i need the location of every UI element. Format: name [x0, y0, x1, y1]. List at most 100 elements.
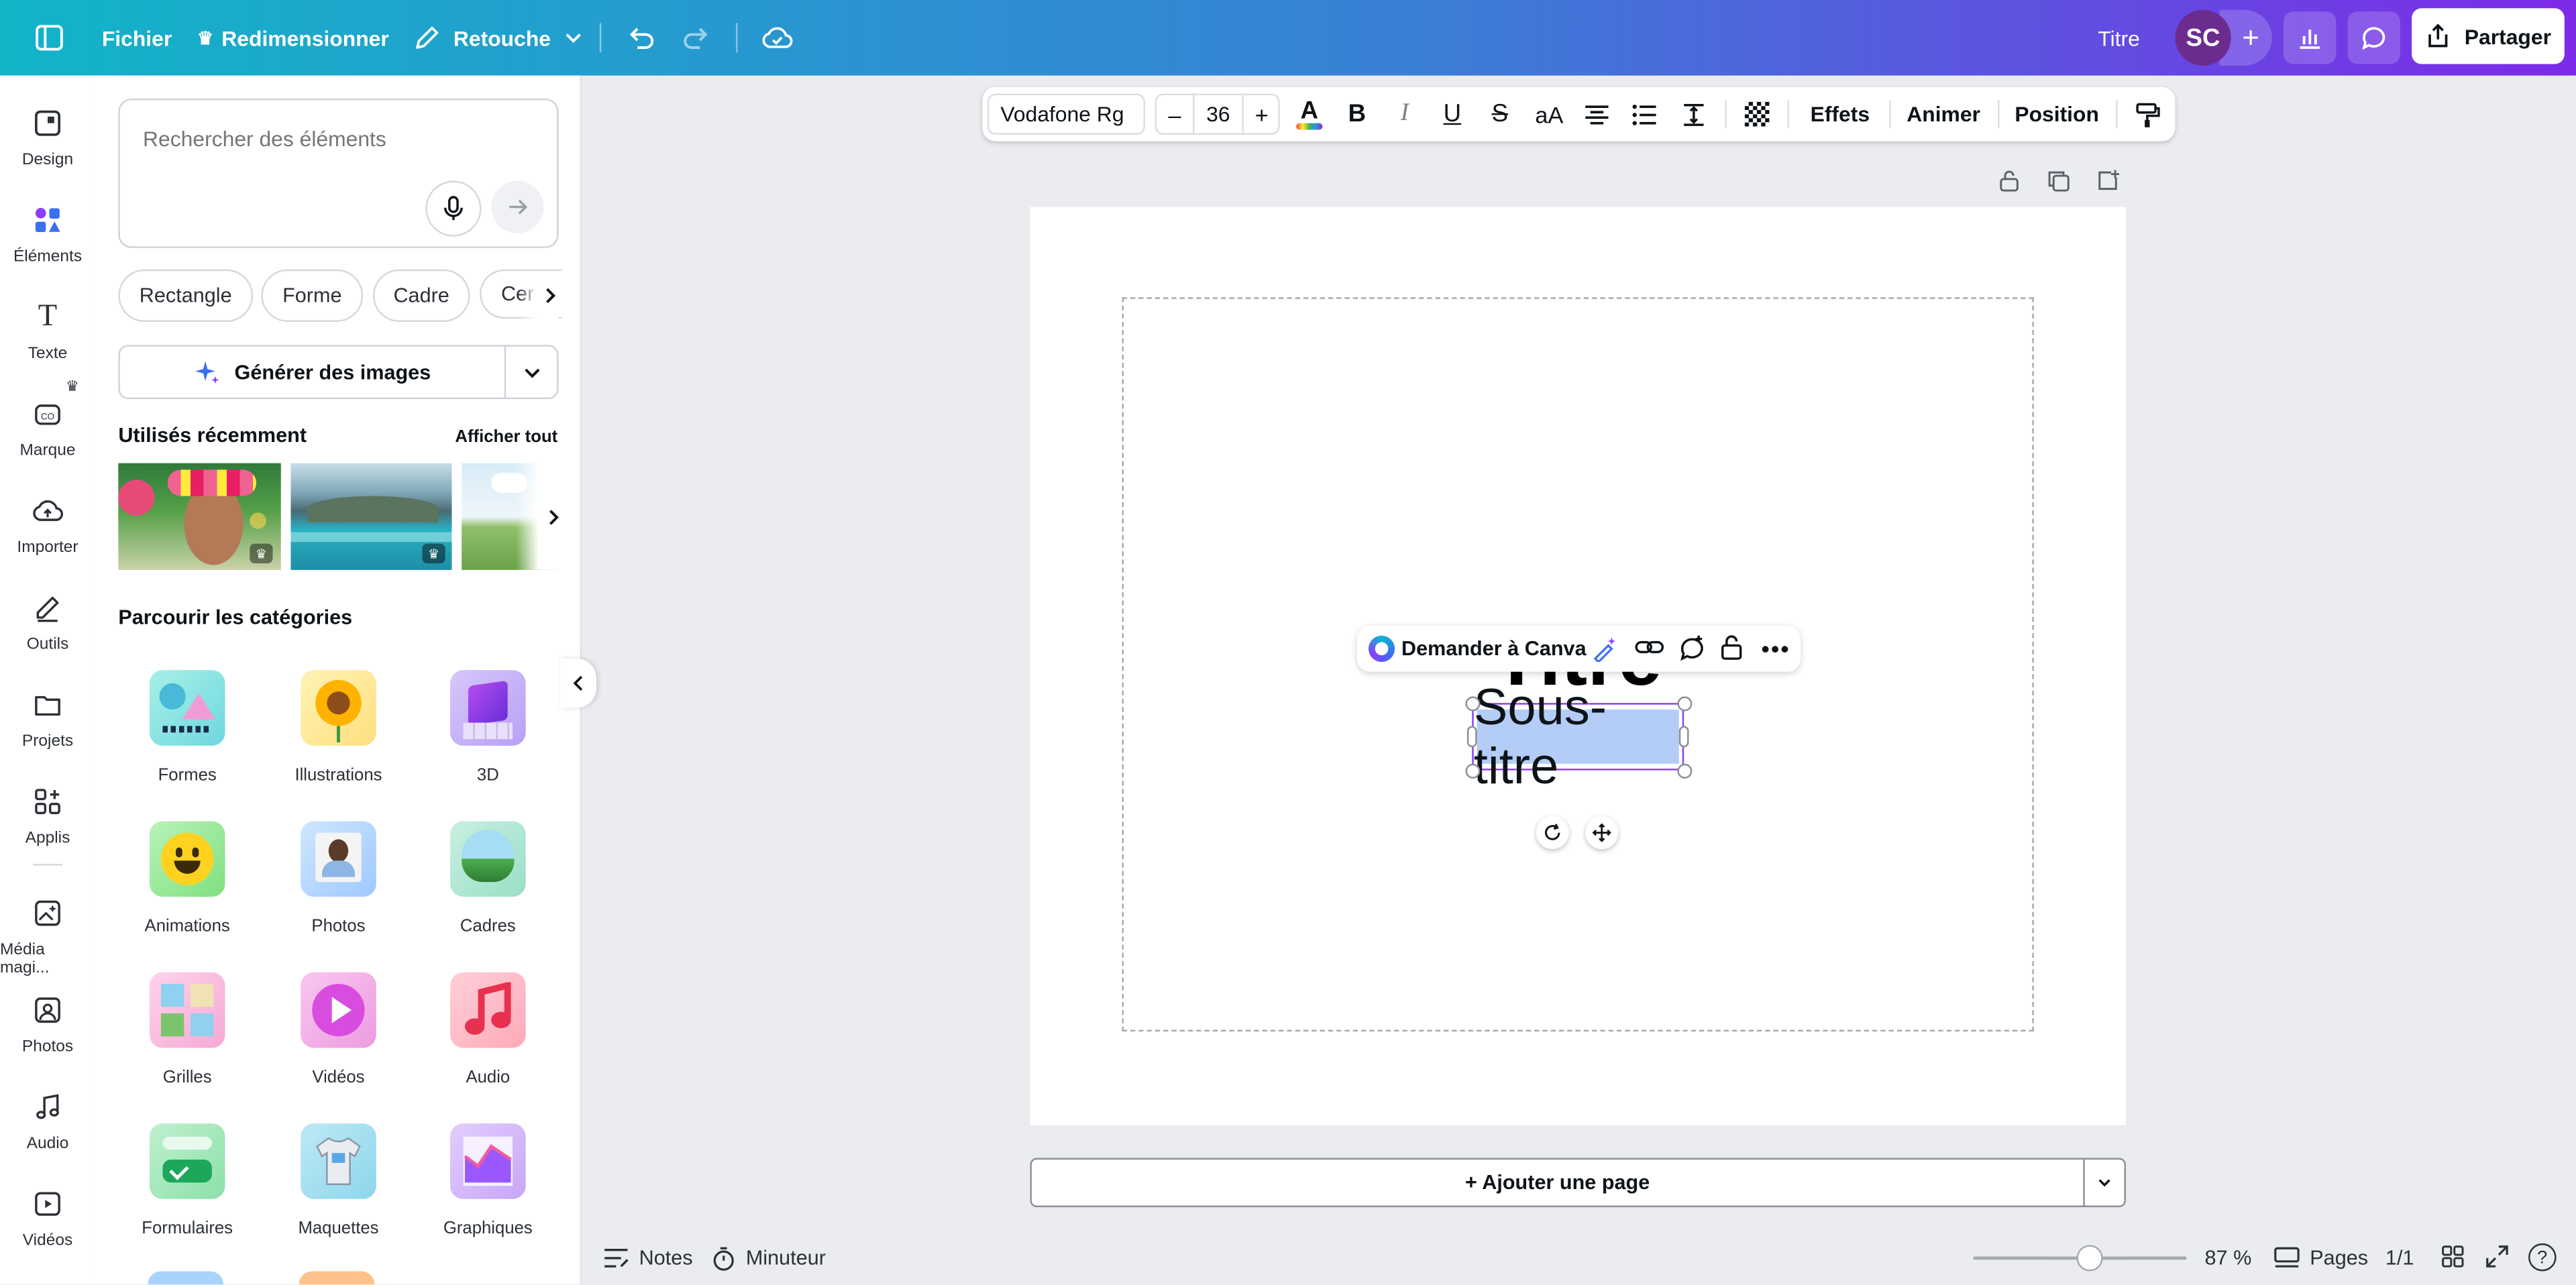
- resize-handle[interactable]: [1465, 763, 1481, 779]
- underline-icon[interactable]: U: [1434, 87, 1470, 142]
- pages-button[interactable]: Pages: [2273, 1232, 2368, 1284]
- rail-item-videos[interactable]: Vidéos: [0, 1186, 95, 1250]
- rail-item-projects[interactable]: Projets: [0, 687, 95, 750]
- undo-icon[interactable]: [625, 21, 657, 54]
- submit-arrow-icon[interactable]: [491, 180, 544, 233]
- see-all-link[interactable]: Afficher tout: [455, 427, 557, 447]
- lock-icon[interactable]: [1720, 634, 1746, 663]
- redo-icon[interactable]: [680, 21, 713, 54]
- resize-handle[interactable]: [1677, 696, 1693, 712]
- add-page-icon[interactable]: [2096, 169, 2123, 195]
- edit-menu[interactable]: Retouche: [414, 0, 584, 76]
- more-options-icon[interactable]: •••: [1761, 636, 1790, 662]
- add-comment-icon[interactable]: [1677, 634, 1707, 663]
- rail-item-design[interactable]: Design: [0, 105, 95, 169]
- category-videos[interactable]: Vidéos: [273, 972, 405, 1087]
- font-size-value[interactable]: 36: [1194, 95, 1242, 133]
- collapse-panel-button[interactable]: [560, 659, 596, 708]
- category-3d[interactable]: 3D: [422, 670, 553, 785]
- side-handle[interactable]: [1466, 726, 1477, 748]
- subtitle-selection-box[interactable]: Sous-titre: [1472, 677, 1684, 794]
- document-title[interactable]: Titre: [2098, 0, 2140, 76]
- notes-button[interactable]: Notes: [603, 1232, 693, 1284]
- copy-style-icon[interactable]: [2129, 87, 2165, 142]
- category-grids[interactable]: Grilles: [121, 972, 253, 1087]
- category-photos[interactable]: Photos: [273, 821, 405, 936]
- animate-button[interactable]: Animer: [1899, 87, 1988, 142]
- chip-shape[interactable]: Forme: [261, 269, 364, 323]
- category-label: Graphiques: [443, 1219, 533, 1239]
- resize-button[interactable]: ♛ Redimensionner: [197, 0, 389, 76]
- bold-icon[interactable]: B: [1339, 87, 1375, 142]
- move-icon[interactable]: [1585, 816, 1619, 850]
- apps-icon: [30, 783, 66, 820]
- lock-icon[interactable]: [1998, 169, 2024, 195]
- list-icon[interactable]: [1626, 87, 1662, 142]
- category-mockups[interactable]: Maquettes: [273, 1123, 405, 1239]
- category-shapes[interactable]: Formes: [121, 670, 253, 785]
- search-input[interactable]: [140, 119, 541, 156]
- chip-rectangle[interactable]: Rectangle: [118, 269, 254, 323]
- share-button[interactable]: Partager: [2412, 8, 2565, 64]
- effects-button[interactable]: Effets: [1801, 87, 1880, 142]
- share-icon: [2428, 23, 2448, 48]
- resize-handle[interactable]: [1465, 696, 1481, 712]
- category-illustrations[interactable]: Illustrations: [273, 670, 405, 785]
- recent-image-lagoon[interactable]: ♛: [290, 463, 452, 570]
- sidebar-toggle-icon[interactable]: [33, 21, 66, 54]
- font-family-select[interactable]: Vodafone Rg: [987, 93, 1145, 135]
- magic-write-icon[interactable]: [1592, 636, 1621, 664]
- link-icon[interactable]: [1635, 636, 1664, 662]
- rail-item-photos[interactable]: Photos: [0, 992, 95, 1056]
- rail-item-magic-media[interactable]: Média magi...: [0, 895, 95, 977]
- side-handle[interactable]: [1678, 726, 1689, 748]
- transparency-icon[interactable]: [1738, 87, 1774, 142]
- rail-item-brand[interactable]: CO Marque: [0, 396, 95, 460]
- rail-item-audio[interactable]: Audio: [0, 1089, 95, 1153]
- cloud-sync-icon[interactable]: [759, 21, 795, 54]
- timer-button[interactable]: Minuteur: [711, 1232, 826, 1284]
- zoom-value[interactable]: 87 %: [2205, 1232, 2252, 1284]
- chevron-down-icon[interactable]: [506, 347, 557, 398]
- microphone-icon[interactable]: [425, 180, 482, 237]
- align-center-icon[interactable]: [1578, 87, 1615, 142]
- insights-button[interactable]: [2284, 11, 2337, 64]
- category-forms[interactable]: Formulaires: [121, 1123, 253, 1239]
- chevron-right-icon[interactable]: [519, 272, 559, 319]
- comments-button[interactable]: [2347, 11, 2400, 64]
- increase-size-button[interactable]: +: [1244, 95, 1280, 133]
- rotate-icon[interactable]: [1536, 816, 1569, 850]
- letter-case-icon[interactable]: aA: [1529, 87, 1569, 142]
- category-charts[interactable]: Graphiques: [422, 1123, 553, 1239]
- generate-images-button[interactable]: Générer des images: [118, 345, 559, 400]
- rail-item-tools[interactable]: Outils: [0, 590, 95, 654]
- duplicate-page-icon[interactable]: [2047, 169, 2073, 195]
- recent-image-flower-crown[interactable]: ♛: [118, 463, 281, 570]
- category-animations[interactable]: Animations: [121, 821, 253, 936]
- italic-icon[interactable]: I: [1387, 87, 1423, 142]
- chevron-down-icon[interactable]: [2085, 1160, 2125, 1206]
- grid-view-icon[interactable]: [2441, 1245, 2467, 1271]
- strikethrough-icon[interactable]: S: [1482, 87, 1518, 142]
- category-frames[interactable]: Cadres: [422, 821, 553, 936]
- file-menu[interactable]: Fichier: [102, 0, 172, 76]
- rail-item-apps[interactable]: Applis: [0, 783, 95, 848]
- chip-frame[interactable]: Cadre: [372, 269, 470, 323]
- position-button[interactable]: Position: [2008, 87, 2106, 142]
- avatar[interactable]: SC: [2175, 9, 2231, 66]
- decrease-size-button[interactable]: –: [1157, 95, 1193, 133]
- chevron-right-icon[interactable]: [515, 463, 562, 570]
- resize-handle[interactable]: [1677, 763, 1693, 779]
- add-page-button[interactable]: + Ajouter une page: [1032, 1160, 2083, 1206]
- rail-item-upload[interactable]: Importer: [0, 493, 95, 557]
- rail-item-text[interactable]: T Texte: [0, 299, 95, 364]
- ask-canva-button[interactable]: Demander à Canva: [1401, 626, 1587, 672]
- category-audio[interactable]: Audio: [422, 972, 553, 1087]
- spacing-icon[interactable]: [1676, 87, 1712, 142]
- search-box[interactable]: [118, 98, 559, 248]
- rail-item-elements[interactable]: Éléments: [0, 202, 95, 266]
- zoom-slider-handle[interactable]: [2076, 1245, 2103, 1272]
- help-icon[interactable]: ?: [2528, 1243, 2557, 1272]
- fullscreen-icon[interactable]: [2485, 1245, 2512, 1271]
- text-color-button[interactable]: A: [1291, 87, 1328, 142]
